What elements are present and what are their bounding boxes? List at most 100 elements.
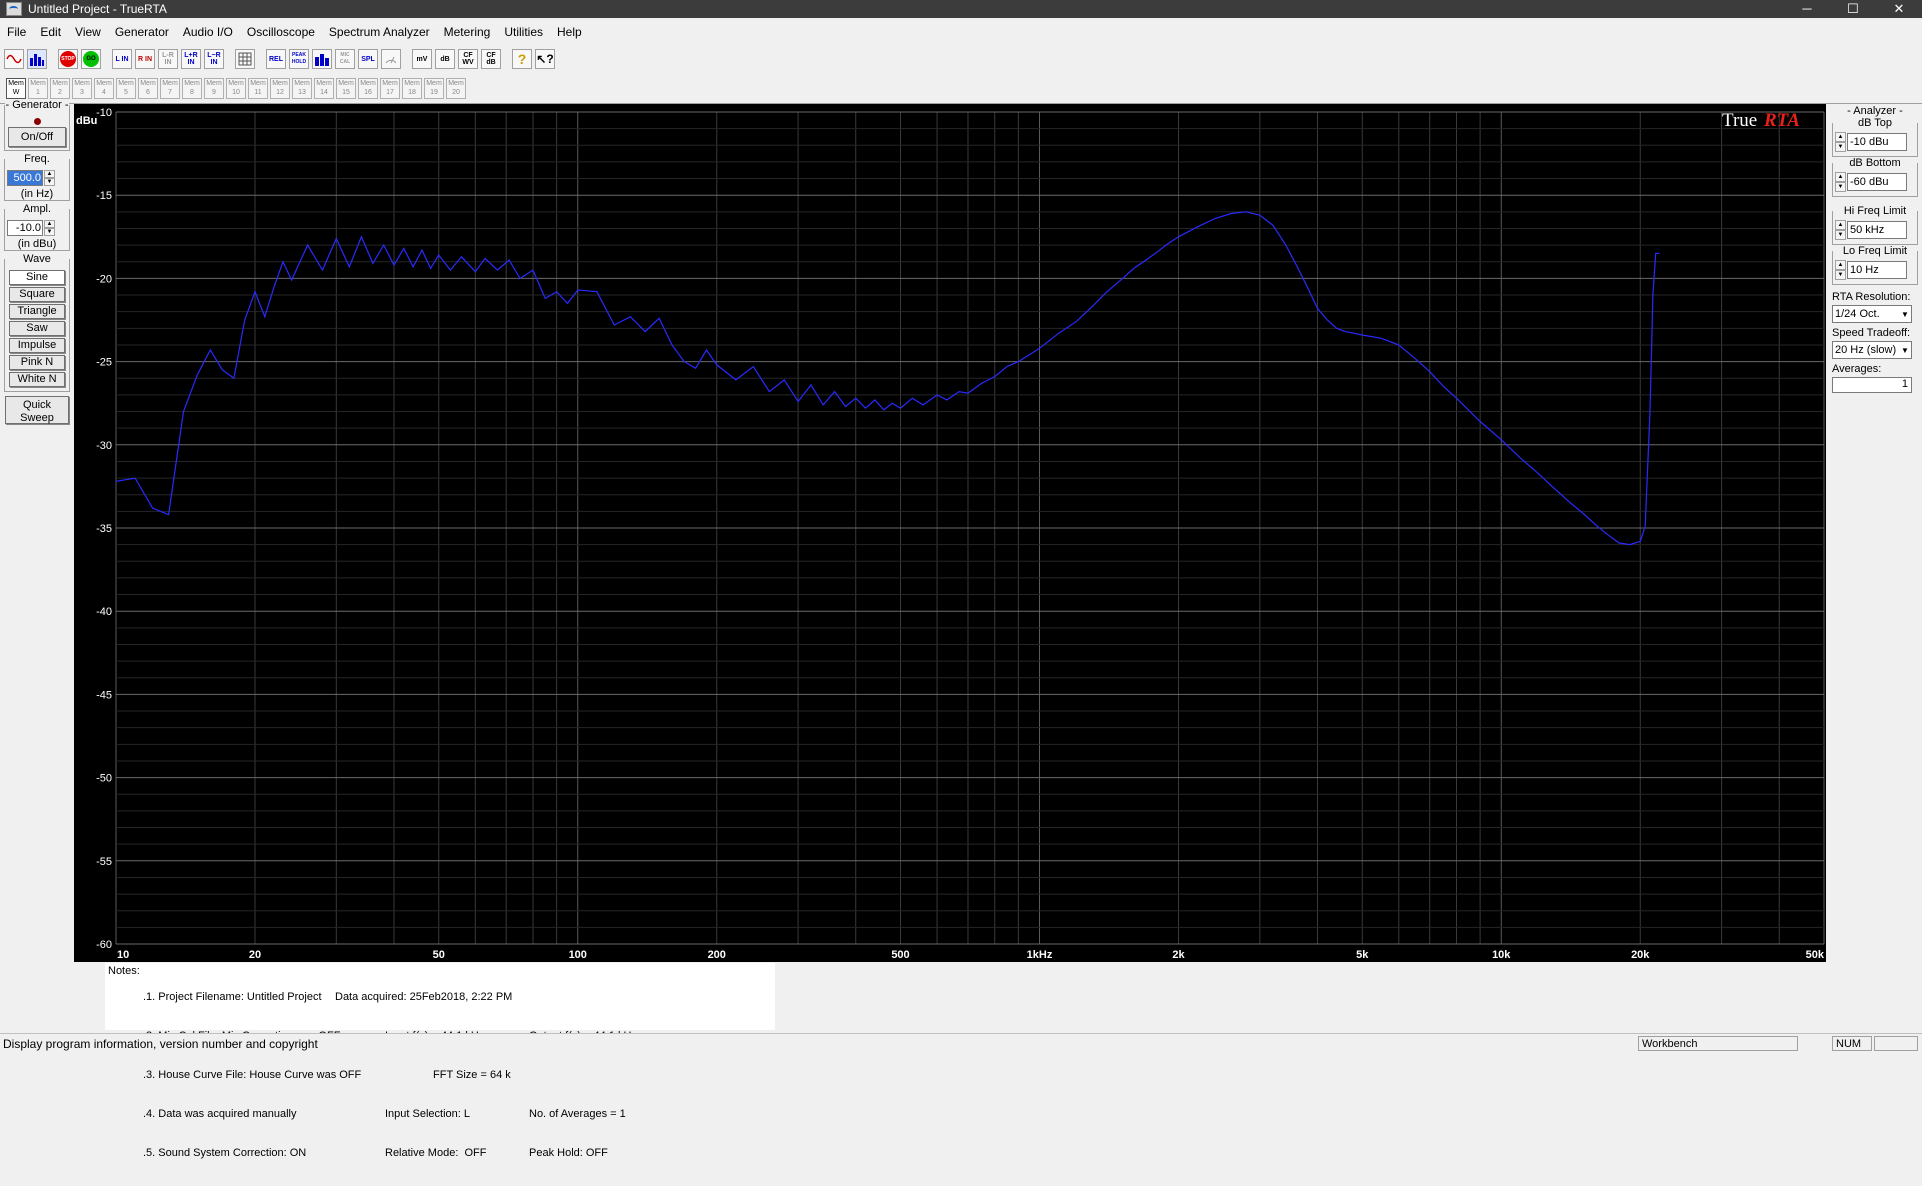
- memory-tab[interactable]: Mem 5: [116, 78, 136, 99]
- spin-up-icon[interactable]: ▲: [1835, 132, 1846, 142]
- spl-button[interactable]: SPL: [358, 49, 378, 69]
- menu-generator[interactable]: Generator: [108, 25, 176, 39]
- l-minus-r-input-button[interactable]: L−R IN: [204, 49, 224, 69]
- go-button[interactable]: GO: [81, 49, 101, 69]
- db-bottom-input[interactable]: [1847, 173, 1907, 191]
- spin-up-icon[interactable]: ▲: [1835, 220, 1846, 230]
- menu-oscilloscope[interactable]: Oscilloscope: [240, 25, 322, 39]
- menu-edit[interactable]: Edit: [33, 25, 68, 39]
- memory-tab-w[interactable]: Mem W: [6, 78, 26, 99]
- wave-saw-button[interactable]: Saw: [9, 321, 65, 336]
- grid-button[interactable]: [235, 49, 255, 69]
- spin-down-icon[interactable]: ▼: [1835, 182, 1846, 192]
- relative-mode-button[interactable]: REL: [266, 49, 286, 69]
- memory-tab[interactable]: Mem 4: [94, 78, 114, 99]
- memory-tab[interactable]: Mem 3: [72, 78, 92, 99]
- spectrum-chart: -10 -15 -20 -25 -30 -35 -40 -45 -50 -55 -60 10 20 50…: [74, 104, 1826, 962]
- wave-impulse-button[interactable]: Impulse: [9, 338, 65, 353]
- l-r-input-button[interactable]: L-R IN: [158, 49, 178, 69]
- memory-tab[interactable]: Mem 9: [204, 78, 224, 99]
- spin-up-icon[interactable]: ▲: [1835, 172, 1846, 182]
- menu-utilities[interactable]: Utilities: [497, 25, 550, 39]
- frequency-spinner: ▲▼: [7, 170, 67, 186]
- spin-up-icon[interactable]: ▲: [44, 170, 55, 178]
- wave-white-noise-button[interactable]: White N: [9, 372, 65, 387]
- spin-down-icon[interactable]: ▼: [1835, 270, 1846, 280]
- memory-tab[interactable]: Mem 15: [336, 78, 356, 99]
- y-axis-ticks: -10 -15 -20 -25 -30 -35 -40 -45 -50 -55 -60: [96, 107, 112, 951]
- averages-field[interactable]: 1: [1832, 377, 1912, 393]
- note-line: Relative Mode: OFF: [385, 1147, 487, 1159]
- frequency-input[interactable]: [7, 170, 43, 186]
- menu-metering[interactable]: Metering: [437, 25, 498, 39]
- spectrum-mode-button[interactable]: [27, 49, 47, 69]
- menu-view[interactable]: View: [68, 25, 108, 39]
- crest-factor-wave-button[interactable]: CF WV: [458, 49, 478, 69]
- db-top-input[interactable]: [1847, 133, 1907, 151]
- menu-spectrum-analyzer[interactable]: Spectrum Analyzer: [322, 25, 437, 39]
- maximize-button[interactable]: ☐: [1830, 0, 1876, 18]
- spin-down-icon[interactable]: ▼: [44, 228, 55, 236]
- crest-factor-db-button[interactable]: CF dB: [481, 49, 501, 69]
- menu-help[interactable]: Help: [550, 25, 589, 39]
- l-plus-r-input-button[interactable]: L+R IN: [181, 49, 201, 69]
- mv-units-button[interactable]: mV: [412, 49, 432, 69]
- meter-button[interactable]: [381, 49, 401, 69]
- quick-sweep-button[interactable]: Quick Sweep: [5, 396, 69, 424]
- lo-freq-input[interactable]: [1847, 261, 1907, 279]
- x-tick-label: 50: [433, 949, 445, 961]
- notes-panel: Notes: .1. Project Filename: Untitled Pr…: [105, 963, 775, 1159]
- generator-on-off-button[interactable]: On/Off: [8, 127, 66, 147]
- hi-freq-spinner: ▲ ▼: [1835, 220, 1915, 240]
- rta-resolution-select[interactable]: 1/24 Oct. ▼: [1832, 305, 1912, 323]
- menu-audio-io[interactable]: Audio I/O: [176, 25, 240, 39]
- mic-cal-button[interactable]: MIC CAL: [335, 49, 355, 69]
- help-button[interactable]: ?: [512, 49, 532, 69]
- spin-down-icon[interactable]: ▼: [1835, 142, 1846, 152]
- close-button[interactable]: ✕: [1876, 0, 1922, 18]
- memory-tab[interactable]: Mem 16: [358, 78, 378, 99]
- speed-tradeoff-select[interactable]: 20 Hz (slow) ▼: [1832, 341, 1912, 359]
- memory-tab[interactable]: Mem 20: [446, 78, 466, 99]
- peak-hold-button[interactable]: PEAK HOLD: [289, 49, 309, 69]
- right-input-button[interactable]: R IN: [135, 49, 155, 69]
- x-tick-label: 200: [708, 949, 726, 961]
- spin-up-icon[interactable]: ▲: [44, 220, 55, 228]
- amplitude-input[interactable]: [7, 220, 43, 236]
- memory-tab[interactable]: Mem 11: [248, 78, 268, 99]
- oscilloscope-mode-button[interactable]: [4, 49, 24, 69]
- spin-up-icon[interactable]: ▲: [1835, 260, 1846, 270]
- hi-freq-input[interactable]: [1847, 221, 1907, 239]
- hi-freq-label: Hi Freq Limit: [1833, 205, 1917, 217]
- amplitude-unit: (in dBu): [17, 238, 57, 250]
- memory-tab[interactable]: Mem 7: [160, 78, 180, 99]
- memory-tab[interactable]: Mem 2: [50, 78, 70, 99]
- hi-freq-group: Hi Freq Limit ▲ ▼: [1832, 205, 1918, 245]
- logo-rta: RTA: [1763, 110, 1800, 131]
- frequency-group: Freq. ▲▼ (in Hz): [4, 153, 70, 201]
- memory-tab[interactable]: Mem 8: [182, 78, 202, 99]
- wave-pink-noise-button[interactable]: Pink N: [9, 355, 65, 370]
- memory-tab[interactable]: Mem 17: [380, 78, 400, 99]
- memory-tab[interactable]: Mem 19: [424, 78, 444, 99]
- wave-sine-button[interactable]: Sine: [9, 270, 65, 285]
- db-units-button[interactable]: dB: [435, 49, 455, 69]
- context-help-button[interactable]: ↖?: [535, 49, 555, 69]
- memory-tab[interactable]: Mem 10: [226, 78, 246, 99]
- spin-down-icon[interactable]: ▼: [1835, 230, 1846, 240]
- stop-button[interactable]: STOP: [58, 49, 78, 69]
- memory-tab[interactable]: Mem 12: [270, 78, 290, 99]
- note-line: [529, 991, 637, 1004]
- minimize-button[interactable]: ─: [1784, 0, 1830, 18]
- left-input-button[interactable]: L IN: [112, 49, 132, 69]
- memory-tab[interactable]: Mem 1: [28, 78, 48, 99]
- menu-file[interactable]: File: [0, 25, 33, 39]
- wave-triangle-button[interactable]: Triangle: [9, 304, 65, 319]
- memory-tab[interactable]: Mem 18: [402, 78, 422, 99]
- spin-down-icon[interactable]: ▼: [44, 178, 55, 186]
- memory-tab[interactable]: Mem 13: [292, 78, 312, 99]
- memory-tab[interactable]: Mem 6: [138, 78, 158, 99]
- memory-tab[interactable]: Mem 14: [314, 78, 334, 99]
- wave-square-button[interactable]: Square: [9, 287, 65, 302]
- averaging-button[interactable]: [312, 49, 332, 69]
